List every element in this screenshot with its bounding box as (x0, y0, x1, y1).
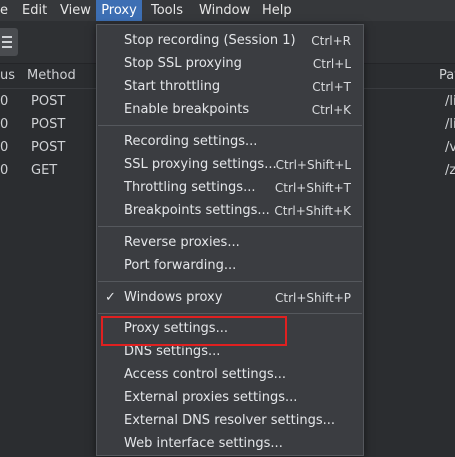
menu-item-external-dns-resolver-settings[interactable]: External DNS resolver settings... (97, 410, 363, 432)
menu-item-label: Enable breakpoints (124, 102, 250, 117)
menu-item-reverse-proxies[interactable]: Reverse proxies... (97, 232, 363, 254)
menu-item-label: SSL proxying settings... (124, 157, 277, 172)
menu-help[interactable]: Help (262, 0, 292, 21)
app-window: e Edit View Proxy Tools Window Help us M… (0, 0, 455, 457)
menu-window[interactable]: Window (199, 0, 250, 21)
menu-separator (98, 125, 362, 126)
menu-file[interactable]: e (0, 0, 12, 21)
menu-item-label: External proxies settings... (124, 390, 298, 405)
menu-item-label: External DNS resolver settings... (124, 413, 335, 428)
menu-item-breakpoints-settings[interactable]: Breakpoints settings... Ctrl+Shift+K (97, 200, 363, 222)
menu-item-shortcut: Ctrl+Shift+P (275, 291, 351, 305)
menu-item-enable-breakpoints[interactable]: Enable breakpoints Ctrl+K (97, 99, 363, 121)
highlight-annotation-box (101, 316, 287, 346)
menu-item-label: Throttling settings... (124, 180, 256, 195)
path-cell: /z (445, 163, 455, 178)
menu-item-label: Stop recording (Session 1) (124, 33, 296, 48)
status-cell: 0 (0, 140, 9, 155)
menu-tools[interactable]: Tools (151, 0, 187, 21)
menubar: e Edit View Proxy Tools Window Help (0, 0, 455, 21)
column-status[interactable]: us (0, 64, 15, 88)
menu-view[interactable]: View (60, 0, 91, 21)
menu-item-label: Access control settings... (124, 367, 287, 382)
menu-item-external-proxies-settings[interactable]: External proxies settings... (97, 387, 363, 409)
menu-item-label: Web interface settings... (124, 436, 283, 451)
menu-separator (98, 281, 362, 282)
menu-item-windows-proxy[interactable]: ✓ Windows proxy Ctrl+Shift+P (97, 287, 363, 309)
method-cell: GET (31, 163, 58, 178)
status-cell: 0 (0, 117, 9, 132)
menu-item-throttling-settings[interactable]: Throttling settings... Ctrl+Shift+T (97, 177, 363, 199)
menu-item-label: Stop SSL proxying (124, 56, 242, 71)
menu-item-ssl-proxying-settings[interactable]: SSL proxying settings... Ctrl+Shift+L (97, 154, 363, 176)
menu-item-shortcut: Ctrl+K (311, 103, 351, 117)
menu-item-stop-recording[interactable]: Stop recording (Session 1) Ctrl+R (97, 30, 363, 52)
menu-item-stop-ssl-proxying[interactable]: Stop SSL proxying Ctrl+L (97, 53, 363, 75)
menu-item-recording-settings[interactable]: Recording settings... (97, 131, 363, 153)
menu-edit[interactable]: Edit (22, 0, 48, 21)
menu-separator (98, 313, 362, 314)
checkmark-icon: ✓ (105, 290, 116, 305)
menu-item-shortcut: Ctrl+Shift+K (274, 204, 351, 218)
proxy-menu-dropdown: Stop recording (Session 1) Ctrl+R Stop S… (96, 24, 364, 456)
path-cell: /li (445, 117, 455, 132)
menu-item-shortcut: Ctrl+R (311, 34, 351, 48)
menu-item-label: Windows proxy (124, 290, 223, 305)
menu-item-access-control-settings[interactable]: Access control settings... (97, 364, 363, 386)
menu-proxy[interactable]: Proxy (96, 0, 142, 21)
column-path[interactable]: Pat (439, 64, 455, 88)
path-cell: /li (445, 94, 455, 109)
method-cell: POST (31, 117, 66, 132)
method-cell: POST (31, 140, 66, 155)
list-view-button[interactable] (0, 28, 18, 56)
menu-item-web-interface-settings[interactable]: Web interface settings... (97, 433, 363, 455)
menu-item-start-throttling[interactable]: Start throttling Ctrl+T (97, 76, 363, 98)
method-cell: POST (31, 94, 66, 109)
menu-separator (98, 226, 362, 227)
status-cell: 0 (0, 94, 9, 109)
column-method[interactable]: Method (27, 64, 76, 88)
menu-item-shortcut: Ctrl+Shift+T (274, 181, 351, 195)
menu-item-port-forwarding[interactable]: Port forwarding... (97, 255, 363, 277)
menu-item-label: Breakpoints settings... (124, 203, 270, 218)
menu-item-label: Start throttling (124, 79, 221, 94)
menu-item-label: Port forwarding... (124, 258, 237, 273)
status-cell: 0 (0, 163, 9, 178)
path-cell: /v (445, 140, 455, 155)
menu-item-shortcut: Ctrl+Shift+L (275, 158, 351, 172)
menu-item-label: Reverse proxies... (124, 235, 240, 250)
menu-item-label: Recording settings... (124, 134, 258, 149)
menu-item-shortcut: Ctrl+L (312, 57, 351, 71)
menu-item-shortcut: Ctrl+T (312, 80, 351, 94)
